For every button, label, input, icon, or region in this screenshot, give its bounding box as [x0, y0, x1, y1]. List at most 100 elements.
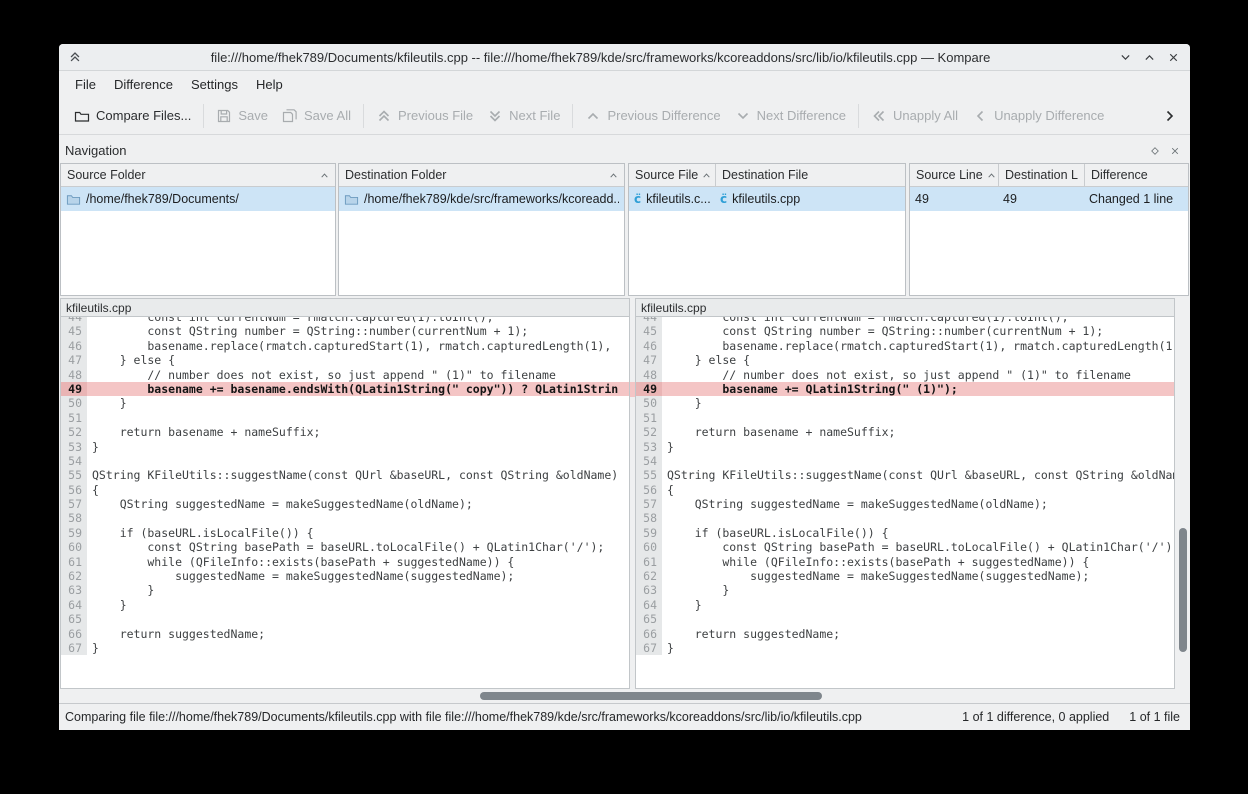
code-line-49[interactable]: 49 basename += QLatin1String(" (1)");	[636, 382, 1174, 396]
code-text: if (baseURL.isLocalFile()) {	[87, 526, 629, 540]
source-folder-row[interactable]: /home/fhek789/Documents/	[61, 187, 335, 211]
line-number: 67	[61, 641, 87, 655]
file-list-header: Source File Destination File	[629, 164, 905, 187]
destination-folder-header: Destination Folder	[339, 164, 624, 187]
chevron-double-down-icon	[487, 108, 503, 124]
code-line-59: 59 if (baseURL.isLocalFile()) {	[61, 526, 629, 540]
line-number: 54	[636, 454, 662, 468]
line-number: 61	[636, 555, 662, 569]
destination-code-view[interactable]: 44 const int currentNum = rmatch.capture…	[635, 317, 1175, 689]
code-line-60: 60 const QString basePath = baseURL.toLo…	[636, 540, 1174, 554]
minimize-icon[interactable]	[1119, 51, 1132, 64]
source-folder-list: Source Folder /home/fhek789/Documents/	[60, 163, 336, 296]
titlebar[interactable]: file:///home/fhek789/Documents/kfileutil…	[59, 44, 1190, 71]
toolbar-button-label: Compare Files...	[96, 108, 191, 123]
difference-row[interactable]: 49 49 Changed 1 line	[910, 187, 1188, 211]
menu-file[interactable]: File	[66, 73, 105, 96]
destination-pane-title: kfileutils.cpp	[635, 298, 1175, 317]
vertical-scrollbar-thumb[interactable]	[1179, 528, 1187, 652]
destination-file-column-header[interactable]: Destination File	[715, 164, 905, 186]
code-line-55: 55QString KFileUtils::suggestName(const …	[636, 468, 1174, 482]
code-line-67: 67}	[636, 641, 1174, 655]
shade-icon[interactable]	[68, 50, 82, 64]
line-number: 47	[61, 353, 87, 367]
code-line-50: 50 }	[636, 396, 1174, 410]
difference-value: Changed 1 line	[1089, 192, 1173, 206]
code-line-49[interactable]: 49 basename += basename.endsWith(QLatin1…	[61, 382, 629, 396]
code-text: }	[662, 598, 1174, 612]
line-number: 46	[636, 339, 662, 353]
code-text: basename.replace(rmatch.capturedStart(1)…	[662, 339, 1174, 353]
toolbar-overflow-icon[interactable]	[1158, 104, 1182, 128]
toolbar-button-previous-difference: Previous Difference	[578, 103, 727, 129]
code-text: const int currentNum = rmatch.captured(1…	[87, 317, 629, 324]
destination-folder-header-label: Destination Folder	[345, 168, 446, 182]
line-number: 52	[636, 425, 662, 439]
destination-folder-row[interactable]: /home/fhek789/kde/src/frameworks/kcoread…	[339, 187, 624, 211]
code-line-51: 51	[636, 411, 1174, 425]
code-text: return basename + nameSuffix;	[87, 425, 629, 439]
line-number: 60	[636, 540, 662, 554]
line-number: 55	[636, 468, 662, 482]
horizontal-scrollbar[interactable]	[60, 690, 1175, 702]
save-all-icon	[282, 108, 298, 124]
kompare-window: file:///home/fhek789/Documents/kfileutil…	[59, 44, 1190, 730]
source-folder-column-header[interactable]: Source Folder	[61, 164, 335, 186]
left-pane-lines: 44 const int currentNum = rmatch.capture…	[61, 317, 629, 655]
code-text	[87, 511, 629, 525]
toolbar-button-compare-files[interactable]: Compare Files...	[67, 103, 198, 129]
menu-difference[interactable]: Difference	[105, 73, 182, 96]
source-pane-title: kfileutils.cpp	[60, 298, 630, 317]
code-text: basename += basename.endsWith(QLatin1Str…	[87, 382, 629, 396]
menu-help[interactable]: Help	[247, 73, 292, 96]
code-line-45: 45 const QString number = QString::numbe…	[61, 324, 629, 338]
destination-diff-pane: kfileutils.cpp 44 const int currentNum =…	[635, 298, 1175, 689]
code-line-51: 51	[61, 411, 629, 425]
maximize-icon[interactable]	[1143, 51, 1156, 64]
code-text	[662, 612, 1174, 626]
code-line-47: 47 } else {	[61, 353, 629, 367]
source-folder-path: /home/fhek789/Documents/	[86, 192, 239, 206]
difference-list: Source Line Destination Line Difference …	[909, 163, 1189, 296]
dock-icons	[1150, 146, 1180, 156]
destination-folder-column-header[interactable]: Destination Folder	[339, 164, 624, 186]
close-icon[interactable]	[1167, 51, 1180, 64]
dock-close-icon[interactable]	[1170, 146, 1180, 156]
code-text	[87, 411, 629, 425]
horizontal-scrollbar-thumb[interactable]	[480, 692, 822, 700]
vertical-scrollbar[interactable]	[1177, 298, 1189, 689]
line-number: 61	[61, 555, 87, 569]
menu-settings[interactable]: Settings	[182, 73, 247, 96]
source-line-column-header[interactable]: Source Line	[910, 164, 998, 186]
code-text: }	[87, 641, 629, 655]
code-line-58: 58	[636, 511, 1174, 525]
source-code-view[interactable]: 44 const int currentNum = rmatch.capture…	[60, 317, 630, 689]
code-line-57: 57 QString suggestedName = makeSuggested…	[61, 497, 629, 511]
source-pane-filename: kfileutils.cpp	[66, 301, 131, 315]
code-text: } else {	[87, 353, 629, 367]
line-number: 58	[61, 511, 87, 525]
code-text	[87, 612, 629, 626]
source-line-header-label: Source Line	[916, 168, 983, 182]
toolbar-button-label: Previous Difference	[607, 108, 720, 123]
line-number: 57	[61, 497, 87, 511]
code-line-54: 54	[636, 454, 1174, 468]
code-text: basename.replace(rmatch.capturedStart(1)…	[87, 339, 629, 353]
navigation-dock-header: Navigation	[61, 140, 1188, 161]
line-number: 53	[61, 440, 87, 454]
line-number: 51	[61, 411, 87, 425]
difference-column-header[interactable]: Difference	[1084, 164, 1188, 186]
code-text: {	[662, 483, 1174, 497]
sort-ascending-icon	[609, 171, 618, 180]
dock-float-icon[interactable]	[1150, 146, 1160, 156]
toolbar-separator	[363, 104, 364, 128]
line-number: 54	[61, 454, 87, 468]
source-file-column-header[interactable]: Source File	[629, 164, 715, 186]
file-row[interactable]: kfileutils.c... kfileutils.cpp	[629, 187, 905, 211]
source-line-value: 49	[915, 192, 929, 206]
code-line-50: 50 }	[61, 396, 629, 410]
code-text	[87, 454, 629, 468]
line-number: 66	[636, 627, 662, 641]
destination-line-column-header[interactable]: Destination Line	[998, 164, 1084, 186]
code-line-59: 59 if (baseURL.isLocalFile()) {	[636, 526, 1174, 540]
